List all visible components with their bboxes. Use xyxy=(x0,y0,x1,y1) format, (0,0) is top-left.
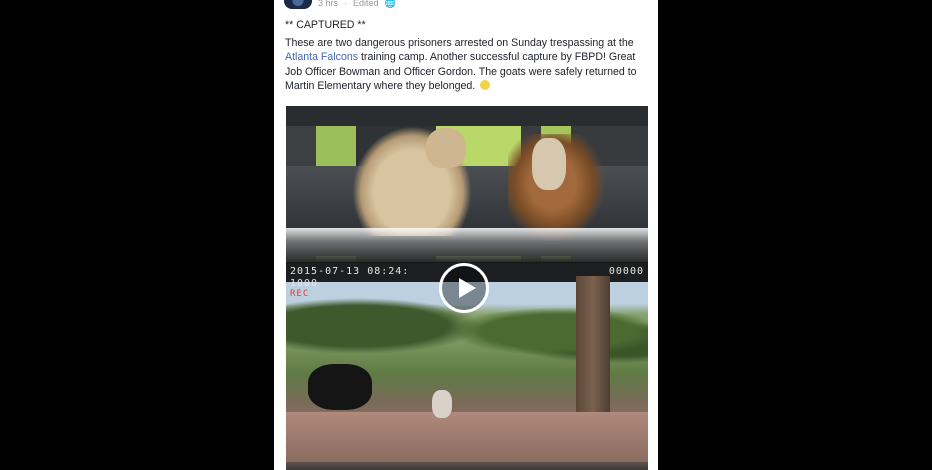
dashcam-timestamp: 2015-07-13 08:24: xyxy=(290,266,410,277)
edited-label[interactable]: Edited xyxy=(353,0,379,8)
tree-trunk xyxy=(576,276,610,416)
post-body-text-1: These are two dangerous prisoners arrest… xyxy=(285,36,634,49)
post-timestamp[interactable]: 3 hrs xyxy=(318,0,338,8)
post-meta: 3 hrs · Edited 🌐 xyxy=(284,0,396,10)
play-icon[interactable] xyxy=(439,263,489,313)
avatar[interactable] xyxy=(284,0,312,9)
globe-icon: 🌐 xyxy=(384,0,396,8)
post-body: These are two dangerous prisoners arrest… xyxy=(285,36,651,94)
partition-glass xyxy=(286,228,648,262)
video-player[interactable]: 2015-07-13 08:24: 00000 1000 REC xyxy=(286,106,648,470)
facebook-post: 3 hrs · Edited 🌐 ** CAPTURED ** These ar… xyxy=(274,0,658,470)
post-caption: ** CAPTURED ** These are two dangerous p… xyxy=(285,18,651,94)
meta-separator: · xyxy=(344,0,348,8)
atlanta-falcons-link[interactable]: Atlanta Falcons xyxy=(285,51,358,63)
post-title: ** CAPTURED ** xyxy=(285,19,366,31)
dark-animal xyxy=(308,364,372,410)
dashcam-road xyxy=(286,412,648,462)
white-goat xyxy=(432,390,452,418)
dashcam-rec-indicator: REC xyxy=(290,289,310,299)
goat-brown-face xyxy=(532,138,566,190)
dashcam-counter: 00000 xyxy=(608,266,644,277)
smile-emoji-icon xyxy=(480,80,491,91)
dashcam-sub-counter: 1000 xyxy=(290,278,319,289)
goat-tan-head xyxy=(426,128,466,168)
